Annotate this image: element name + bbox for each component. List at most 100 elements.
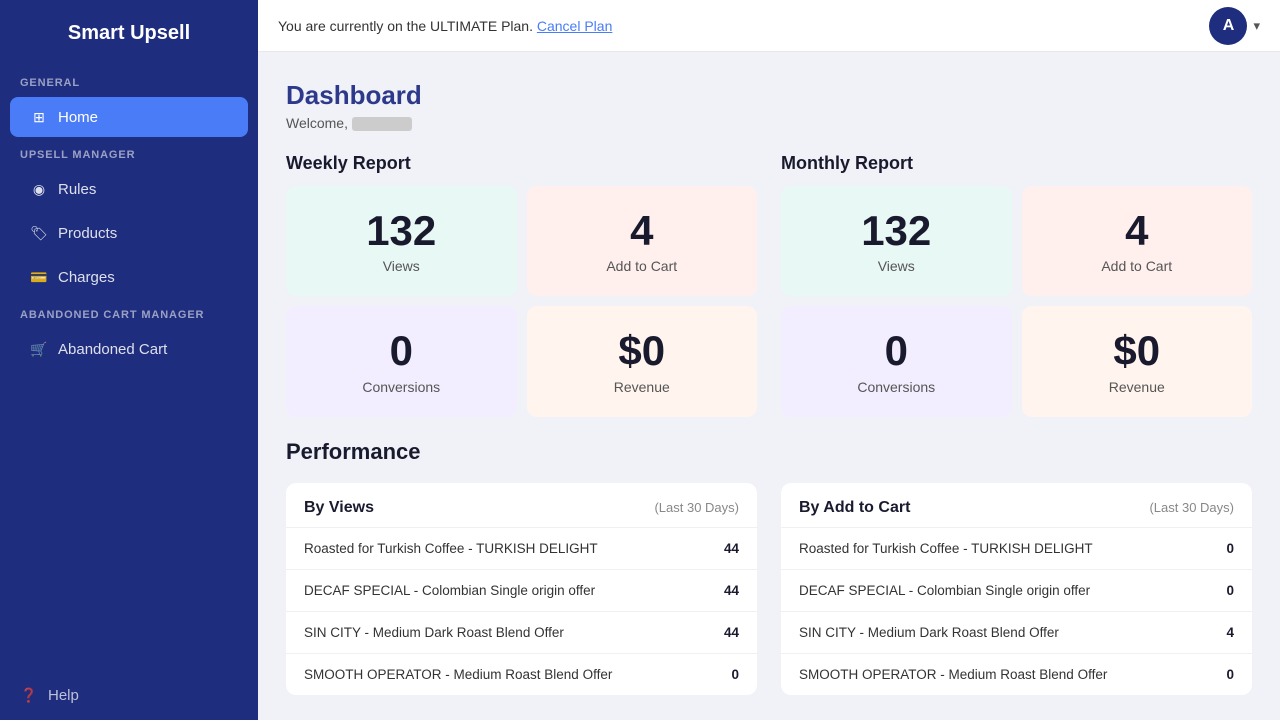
table-row: Roasted for Turkish Coffee - TURKISH DEL… [781, 527, 1252, 569]
product-value: 44 [696, 611, 757, 653]
product-value: 0 [1199, 527, 1252, 569]
weekly-views-label: Views [383, 258, 420, 274]
by-atc-header: By Add to Cart (Last 30 Days) [781, 483, 1252, 527]
table-row: SIN CITY - Medium Dark Roast Blend Offer… [286, 611, 757, 653]
monthly-conv-label: Conversions [857, 379, 935, 395]
product-value: 44 [696, 569, 757, 611]
product-name: DECAF SPECIAL - Colombian Single origin … [286, 569, 696, 611]
sidebar-section-general: GENERAL [0, 67, 258, 95]
sidebar-item-home[interactable]: ⊞ Home [10, 97, 248, 137]
weekly-conv-value: 0 [390, 328, 413, 374]
monthly-rev-label: Revenue [1109, 379, 1165, 395]
main-area: You are currently on the ULTIMATE Plan. … [258, 0, 1280, 720]
help-item[interactable]: ❓ Help [0, 670, 258, 720]
content-area: Dashboard Welcome, Weekly Report 132 Vie… [258, 52, 1280, 720]
performance-row: By Views (Last 30 Days) Roasted for Turk… [286, 483, 1252, 695]
product-value: 0 [1199, 653, 1252, 695]
sidebar-item-label-home: Home [58, 109, 98, 126]
sidebar-item-label-products: Products [58, 225, 117, 242]
monthly-revenue-card: $0 Revenue [1022, 306, 1253, 416]
weekly-rev-value: $0 [618, 328, 665, 374]
sidebar-item-label-charges: Charges [58, 269, 115, 286]
monthly-atc-value: 4 [1125, 208, 1148, 254]
monthly-add-to-cart-card: 4 Add to Cart [1022, 186, 1253, 296]
product-value: 0 [696, 653, 757, 695]
sidebar-section-abandoned: ABANDONED CART MANAGER [0, 299, 258, 327]
by-views-header: By Views (Last 30 Days) [286, 483, 757, 527]
app-title: Smart Upsell [0, 0, 258, 67]
avatar: A [1209, 7, 1247, 45]
weekly-views-card: 132 Views [286, 186, 517, 296]
product-name: SMOOTH OPERATOR - Medium Roast Blend Off… [781, 653, 1199, 695]
rules-icon: ◉ [30, 180, 48, 198]
by-views-title: By Views [304, 499, 374, 517]
product-name: SMOOTH OPERATOR - Medium Roast Blend Off… [286, 653, 696, 695]
product-name: Roasted for Turkish Coffee - TURKISH DEL… [781, 527, 1199, 569]
weekly-stats: 132 Views 4 Add to Cart 0 Conversions $0… [286, 186, 757, 416]
monthly-stats: 132 Views 4 Add to Cart 0 Conversions $0… [781, 186, 1252, 416]
products-icon: 🏷 [30, 224, 48, 242]
cancel-plan-link[interactable]: Cancel Plan [537, 18, 613, 34]
monthly-conversions-card: 0 Conversions [781, 306, 1012, 416]
sidebar-item-label-rules: Rules [58, 181, 96, 198]
product-name: DECAF SPECIAL - Colombian Single origin … [781, 569, 1199, 611]
help-icon: ❓ [20, 686, 38, 704]
monthly-views-value: 132 [861, 208, 931, 254]
by-atc-subtitle: (Last 30 Days) [1149, 500, 1234, 515]
table-row: DECAF SPECIAL - Colombian Single origin … [286, 569, 757, 611]
product-value: 4 [1199, 611, 1252, 653]
sidebar-item-label-abandoned: Abandoned Cart [58, 341, 167, 358]
monthly-views-label: Views [878, 258, 915, 274]
sidebar-help-label: Help [48, 687, 79, 704]
sidebar-item-rules[interactable]: ◉ Rules [10, 169, 248, 209]
weekly-revenue-card: $0 Revenue [527, 306, 758, 416]
page-title: Dashboard [286, 80, 1252, 111]
monthly-views-card: 132 Views [781, 186, 1012, 296]
table-row: DECAF SPECIAL - Colombian Single origin … [781, 569, 1252, 611]
sidebar-section-upsell: UPSELL MANAGER [0, 139, 258, 167]
product-name: Roasted for Turkish Coffee - TURKISH DEL… [286, 527, 696, 569]
product-value: 0 [1199, 569, 1252, 611]
weekly-rev-label: Revenue [614, 379, 670, 395]
sidebar-item-abandoned-cart[interactable]: 🛒 Abandoned Cart [10, 329, 248, 369]
sidebar-item-charges[interactable]: 💳 Charges [10, 257, 248, 297]
weekly-add-to-cart-card: 4 Add to Cart [527, 186, 758, 296]
monthly-title: Monthly Report [781, 153, 1252, 174]
sidebar: Smart Upsell GENERAL ⊞ Home UPSELL MANAG… [0, 0, 258, 720]
by-views-subtitle: (Last 30 Days) [654, 500, 739, 515]
table-row: SMOOTH OPERATOR - Medium Roast Blend Off… [781, 653, 1252, 695]
by-atc-table: Roasted for Turkish Coffee - TURKISH DEL… [781, 527, 1252, 695]
chevron-down-icon: ▾ [1253, 18, 1260, 34]
weekly-conversions-card: 0 Conversions [286, 306, 517, 416]
weekly-report: Weekly Report 132 Views 4 Add to Cart 0 … [286, 153, 757, 416]
by-views-section: By Views (Last 30 Days) Roasted for Turk… [286, 483, 757, 695]
weekly-atc-value: 4 [630, 208, 653, 254]
home-icon: ⊞ [30, 108, 48, 126]
sidebar-item-products[interactable]: 🏷 Products [10, 213, 248, 253]
weekly-conv-label: Conversions [362, 379, 440, 395]
user-menu[interactable]: A ▾ [1209, 7, 1260, 45]
product-name: SIN CITY - Medium Dark Roast Blend Offer [781, 611, 1199, 653]
monthly-atc-label: Add to Cart [1101, 258, 1172, 274]
plan-text: You are currently on the ULTIMATE Plan. … [278, 18, 612, 34]
table-row: SIN CITY - Medium Dark Roast Blend Offer… [781, 611, 1252, 653]
charges-icon: 💳 [30, 268, 48, 286]
weekly-atc-label: Add to Cart [606, 258, 677, 274]
product-value: 44 [696, 527, 757, 569]
product-name: SIN CITY - Medium Dark Roast Blend Offer [286, 611, 696, 653]
weekly-title: Weekly Report [286, 153, 757, 174]
monthly-rev-value: $0 [1113, 328, 1160, 374]
abandoned-cart-icon: 🛒 [30, 340, 48, 358]
monthly-conv-value: 0 [885, 328, 908, 374]
welcome-text: Welcome, [286, 115, 1252, 131]
by-views-table: Roasted for Turkish Coffee - TURKISH DEL… [286, 527, 757, 695]
topbar: You are currently on the ULTIMATE Plan. … [258, 0, 1280, 52]
performance-title: Performance [286, 439, 1252, 465]
monthly-report: Monthly Report 132 Views 4 Add to Cart 0… [781, 153, 1252, 416]
by-atc-section: By Add to Cart (Last 30 Days) Roasted fo… [781, 483, 1252, 695]
table-row: SMOOTH OPERATOR - Medium Roast Blend Off… [286, 653, 757, 695]
by-atc-title: By Add to Cart [799, 499, 910, 517]
table-row: Roasted for Turkish Coffee - TURKISH DEL… [286, 527, 757, 569]
reports-row: Weekly Report 132 Views 4 Add to Cart 0 … [286, 153, 1252, 416]
weekly-views-value: 132 [366, 208, 436, 254]
